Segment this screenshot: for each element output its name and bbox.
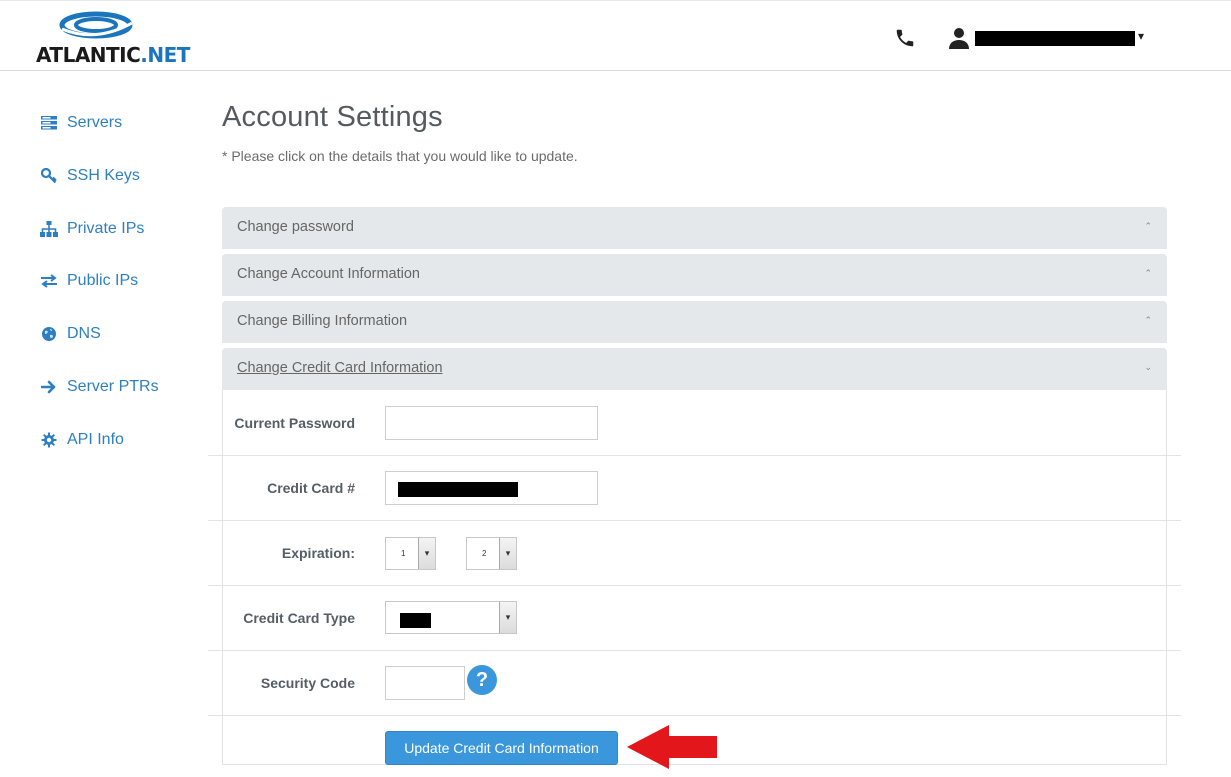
sidebar-item-ssh-keys[interactable]: SSH Keys <box>40 161 140 191</box>
credit-card-input[interactable]: redacted <box>385 471 598 505</box>
expiration-year-select[interactable]: 2 ▾ <box>466 537 517 570</box>
user-icon[interactable] <box>947 26 971 50</box>
chevron-down-icon: ▾ <box>499 538 516 569</box>
card-type-value-redacted: redacted <box>400 613 431 628</box>
security-code-label: Security Code <box>260 675 355 691</box>
credit-card-type-select[interactable]: redacted ▾ <box>385 601 517 634</box>
accordion-change-billing-information[interactable]: Change Billing Information ⌃ <box>222 301 1167 343</box>
sidebar-item-label: DNS <box>67 325 101 342</box>
chevron-down-icon: ⌄ <box>1144 362 1152 372</box>
sidebar-item-label: Servers <box>67 114 123 131</box>
sidebar-item-server-ptrs[interactable]: Server PTRs <box>40 372 159 402</box>
arrow-right-icon <box>40 378 58 396</box>
exchange-icon <box>40 272 58 290</box>
sidebar-item-private-ips[interactable]: Private IPs <box>40 214 144 244</box>
security-code-input[interactable] <box>385 666 465 700</box>
accordion-label: Change Billing Information <box>237 313 408 329</box>
page-subtitle: * Please click on the details that you w… <box>222 148 578 164</box>
accordion-change-credit-card-information[interactable]: Change Credit Card Information ⌄ <box>222 348 1167 390</box>
sidebar-item-servers[interactable]: Servers <box>40 108 122 138</box>
key-icon <box>40 167 58 185</box>
current-password-input[interactable] <box>385 406 598 440</box>
logo-swirl-icon <box>59 11 133 39</box>
gear-icon <box>40 431 58 449</box>
sidebar-item-label: Private IPs <box>67 220 145 237</box>
sidebar-item-label: API Info <box>67 431 124 448</box>
current-password-label: Current Password <box>234 415 355 431</box>
row-divider <box>208 585 1181 586</box>
chevron-up-icon: ⌃ <box>1144 268 1152 278</box>
credit-card-type-label: Credit Card Type <box>243 610 355 626</box>
row-divider <box>208 520 1181 521</box>
page-title: Account Settings <box>222 101 443 133</box>
user-menu-caret-icon[interactable]: ▾ <box>1138 29 1144 43</box>
sidebar-item-label: Server PTRs <box>67 378 159 395</box>
credit-card-label: Credit Card # <box>267 480 355 496</box>
chevron-up-icon: ⌃ <box>1144 221 1152 231</box>
sidebar-item-dns[interactable]: DNS <box>40 319 101 349</box>
network-icon <box>40 220 58 238</box>
row-divider <box>208 715 1181 716</box>
row-divider <box>208 650 1181 651</box>
server-icon <box>40 114 58 132</box>
expiration-month-select[interactable]: 1 ▾ <box>385 537 436 570</box>
sidebar-item-api-info[interactable]: API Info <box>40 425 124 455</box>
expiration-year-value: 2 <box>482 549 487 558</box>
help-question-icon[interactable]: ? <box>467 665 497 695</box>
sidebar-item-label: SSH Keys <box>67 167 140 184</box>
atlantic-net-logo[interactable]: ATLANTIC.NET <box>36 9 190 67</box>
user-name-redacted[interactable]: account-user <box>975 31 1135 46</box>
chevron-down-icon: ▾ <box>418 538 435 569</box>
row-divider <box>208 455 1181 456</box>
accordion-label: Change password <box>237 219 354 235</box>
credit-card-value-redacted: redacted <box>398 482 518 497</box>
accordion-label: Change Credit Card Information <box>237 360 443 376</box>
annotation-arrow-icon <box>627 725 717 769</box>
globe-icon <box>40 325 58 343</box>
credit-card-form-panel <box>222 390 1167 765</box>
logo-wordmark: ATLANTIC.NET <box>36 43 190 67</box>
chevron-up-icon: ⌃ <box>1144 315 1152 325</box>
update-credit-card-button[interactable]: Update Credit Card Information <box>385 731 618 765</box>
top-header: ATLANTIC.NET account-user ▾ <box>0 0 1231 71</box>
chevron-down-icon: ▾ <box>499 602 516 633</box>
accordion-label: Change Account Information <box>237 266 420 282</box>
expiration-month-value: 1 <box>401 549 406 558</box>
sidebar-item-public-ips[interactable]: Public IPs <box>40 266 138 296</box>
sidebar-item-label: Public IPs <box>67 272 139 289</box>
accordion-change-account-information[interactable]: Change Account Information ⌃ <box>222 254 1167 296</box>
phone-icon[interactable] <box>894 27 916 49</box>
accordion-change-password[interactable]: Change password ⌃ <box>222 207 1167 249</box>
expiration-label: Expiration: <box>281 545 355 561</box>
